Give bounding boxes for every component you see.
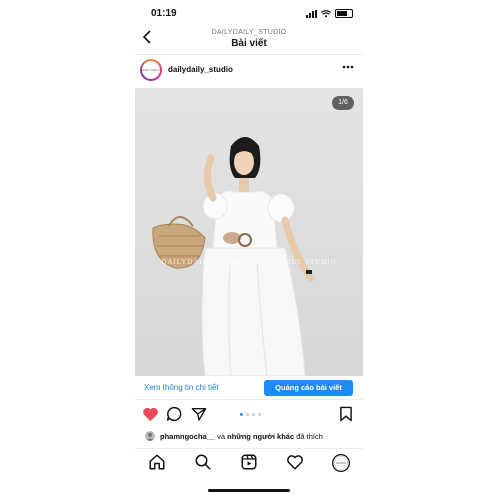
image-counter-badge: 1/6	[332, 96, 354, 110]
status-bar: 01:19	[135, 6, 363, 22]
likes-suffix: đã thích	[296, 432, 323, 441]
view-insights-link[interactable]: Xem thông tin chi tiết	[144, 383, 219, 392]
home-indicator[interactable]	[208, 489, 290, 492]
insights-bar: Xem thông tin chi tiết Quảng cáo bài viế…	[135, 377, 363, 400]
page-title: Bài viết	[231, 38, 267, 49]
wifi-icon	[321, 9, 331, 17]
carousel-indicator	[240, 413, 261, 416]
likes-connector: và	[217, 432, 226, 441]
photo-watermark: DAILYDAILY STUDIO DAILYDAILY STUDIO DAIL…	[161, 258, 337, 274]
save-button[interactable]	[339, 406, 357, 424]
nav-activity[interactable]	[286, 453, 306, 473]
avatar[interactable]: DAILY DAILY	[140, 59, 162, 81]
carousel-dot	[252, 413, 255, 416]
photo-woman-white-dress	[152, 137, 315, 376]
liker-username[interactable]: phamngocha__	[160, 432, 215, 441]
nav-search[interactable]	[194, 453, 214, 473]
bottom-nav	[135, 448, 363, 479]
signal-icon	[306, 9, 317, 18]
battery-icon	[335, 9, 353, 18]
likes-text: phamngocha__ và những người khác đã thíc…	[160, 432, 323, 441]
liker-avatar	[145, 431, 155, 441]
post-header-bar: DAILYDAILY_STUDIO Bài viết	[135, 26, 363, 55]
profile-icon	[332, 454, 350, 472]
reels-icon	[241, 454, 257, 470]
carousel-dot	[246, 413, 249, 416]
more-options-button[interactable]	[342, 61, 354, 72]
comment-icon	[166, 406, 182, 422]
home-icon	[149, 454, 165, 470]
post-photo[interactable]: 1/6 DAILYDAILY STUDIO DAILYDAILY STUDIO …	[135, 88, 363, 376]
account-caption: DAILYDAILY_STUDIO	[211, 29, 287, 36]
phone-screen: 01:19 DAILYDAILY_STUDIO Bài viết DAILY D…	[135, 0, 363, 498]
more-horizontal-icon	[342, 65, 354, 69]
avatar-logo: DAILY DAILY	[142, 61, 160, 79]
like-button[interactable]	[142, 406, 160, 424]
likes-summary[interactable]: phamngocha__ và những người khác đã thíc…	[135, 428, 363, 444]
nav-home[interactable]	[148, 453, 168, 473]
liked-others-link[interactable]: những người khác	[227, 432, 294, 441]
post-username[interactable]: dailydaily_studio	[168, 65, 233, 74]
share-button[interactable]	[191, 406, 209, 424]
status-icons	[306, 9, 353, 18]
status-time: 01:19	[151, 8, 177, 19]
carousel-dot	[258, 413, 261, 416]
activity-heart-icon	[287, 455, 303, 470]
person-icon	[146, 432, 154, 441]
nav-reels[interactable]	[240, 453, 260, 473]
post-author-row: DAILY DAILY dailydaily_studio	[135, 56, 363, 86]
comment-button[interactable]	[166, 406, 184, 424]
promote-post-button[interactable]: Quảng cáo bài viết	[264, 380, 353, 396]
search-icon	[195, 454, 211, 470]
carousel-dot	[240, 413, 243, 416]
nav-profile[interactable]	[331, 453, 351, 473]
heart-icon	[143, 407, 158, 422]
share-icon	[191, 408, 207, 421]
post-actions	[135, 403, 363, 427]
bookmark-icon	[340, 406, 352, 422]
